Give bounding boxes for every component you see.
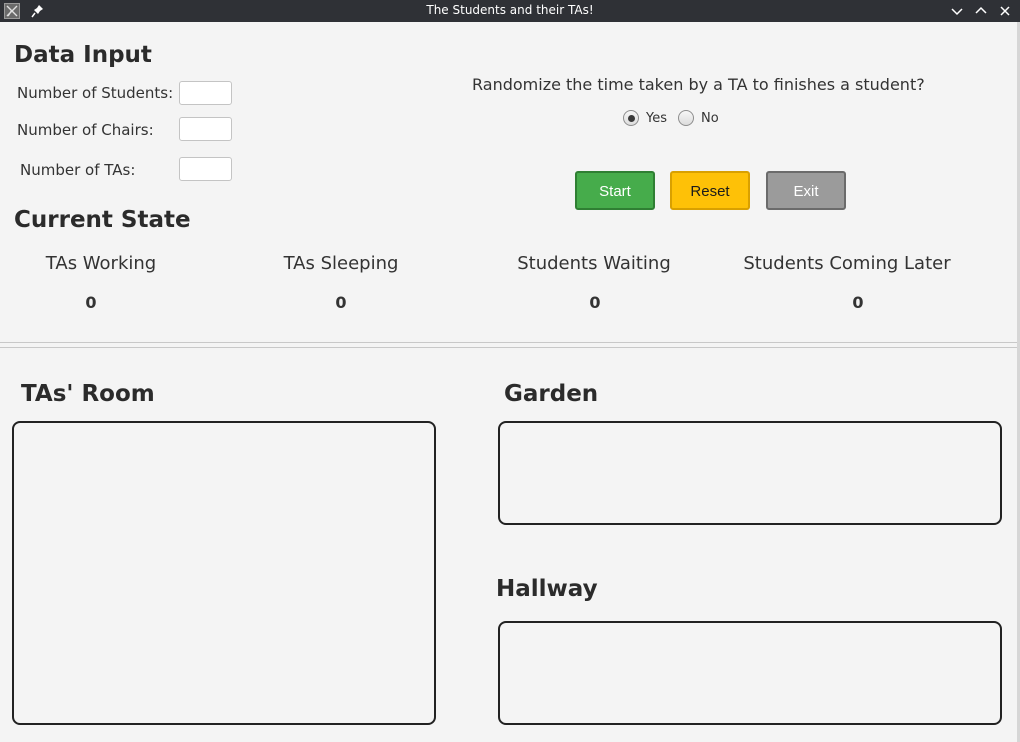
close-icon[interactable] bbox=[997, 3, 1013, 19]
exit-button[interactable]: Exit bbox=[766, 171, 846, 210]
students-input[interactable] bbox=[179, 81, 232, 105]
radio-no[interactable] bbox=[678, 110, 694, 126]
tas-label: Number of TAs: bbox=[20, 161, 136, 179]
chairs-input[interactable] bbox=[179, 117, 232, 141]
tas-sleeping-value: 0 bbox=[335, 293, 347, 312]
section-divider bbox=[0, 342, 1017, 343]
radio-yes-label: Yes bbox=[646, 111, 667, 126]
tas-working-value: 0 bbox=[85, 293, 97, 312]
section-divider-shadow bbox=[0, 347, 1017, 348]
radio-selected-dot bbox=[628, 115, 635, 122]
students-coming-later-value: 0 bbox=[852, 293, 864, 312]
students-waiting-value: 0 bbox=[589, 293, 601, 312]
radio-no-label: No bbox=[701, 111, 719, 126]
tas-working-label: TAs Working bbox=[45, 253, 157, 274]
start-button[interactable]: Start bbox=[575, 171, 655, 210]
hallway-heading: Hallway bbox=[496, 576, 598, 602]
tas-room-heading: TAs' Room bbox=[21, 381, 155, 407]
maximize-icon[interactable] bbox=[973, 3, 989, 19]
tas-sleeping-label: TAs Sleeping bbox=[283, 253, 399, 274]
window-title: The Students and their TAs! bbox=[426, 3, 594, 17]
students-coming-later-label: Students Coming Later bbox=[743, 253, 951, 274]
current-state-heading: Current State bbox=[14, 207, 191, 233]
reset-button[interactable]: Reset bbox=[670, 171, 750, 210]
randomize-question: Randomize the time taken by a TA to fini… bbox=[472, 75, 925, 94]
students-waiting-label: Students Waiting bbox=[517, 253, 671, 274]
tas-input[interactable] bbox=[179, 157, 232, 181]
garden-panel bbox=[498, 421, 1002, 525]
chairs-label: Number of Chairs: bbox=[17, 121, 154, 139]
radio-yes[interactable] bbox=[623, 110, 639, 126]
window-titlebar: The Students and their TAs! bbox=[0, 0, 1020, 22]
data-input-heading: Data Input bbox=[14, 42, 152, 68]
tas-room-panel bbox=[12, 421, 436, 725]
students-label: Number of Students: bbox=[17, 84, 174, 102]
hallway-panel bbox=[498, 621, 1002, 725]
garden-heading: Garden bbox=[504, 381, 599, 407]
minimize-icon[interactable] bbox=[949, 3, 965, 19]
